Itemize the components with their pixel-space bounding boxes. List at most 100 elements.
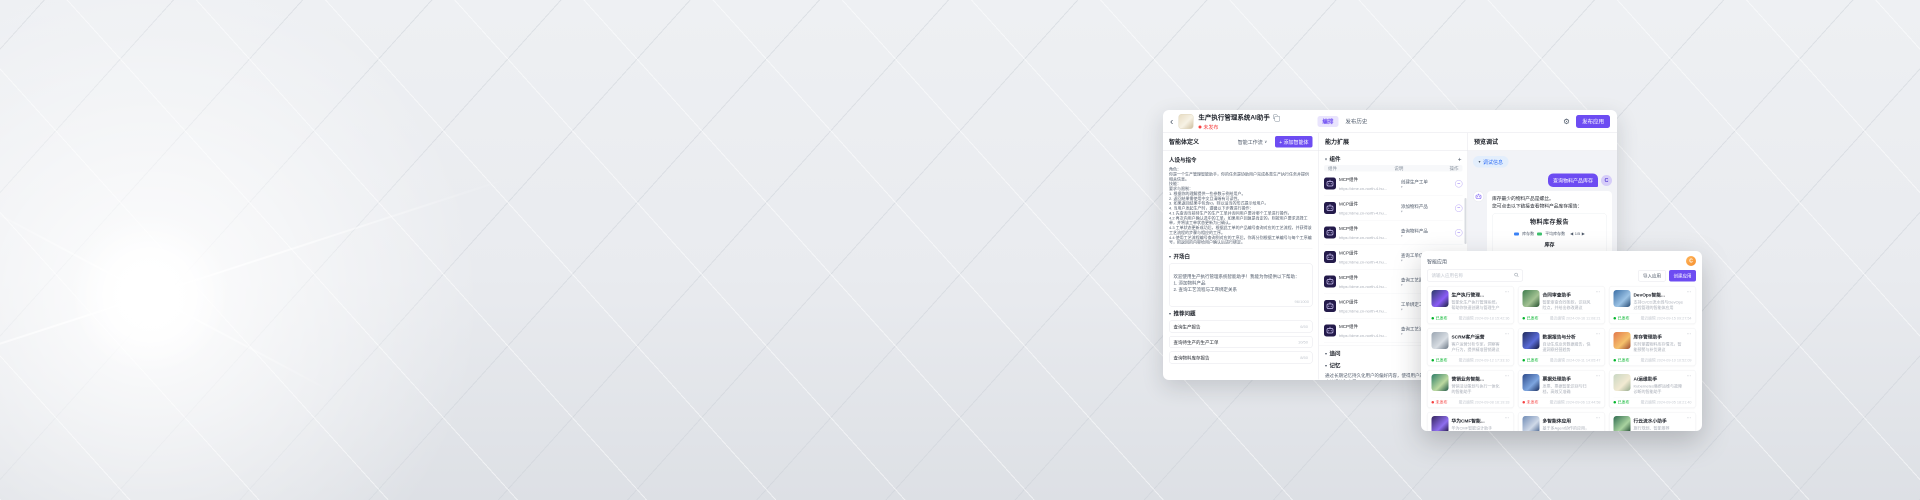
publish-button[interactable]: 发布应用: [1576, 115, 1610, 128]
opening-textarea[interactable]: 欢迎使用生产执行管理系统智能助手！我能为你提供以下帮助： 1. 添加物料产品 2…: [1169, 264, 1313, 307]
remove-component-button[interactable]: −: [1455, 229, 1463, 237]
status-dot-icon: [1614, 317, 1617, 320]
component-url: https://dme.cn-north-4.hu...: [1339, 211, 1387, 216]
app-title: 票据处理助手: [1543, 377, 1572, 383]
user-message-bubble: 查询物料产品库存: [1548, 174, 1598, 188]
copy-icon[interactable]: [1273, 115, 1278, 120]
suggested-question-input[interactable]: 查询待生产的生产工单 10/50: [1169, 336, 1313, 348]
more-menu-icon[interactable]: ⋯: [1596, 374, 1601, 395]
persona-prompt-text[interactable]: 角色： 你是一个生产管理智能助手，你的任务是协助用户完成各类生产执行任务并提供相…: [1169, 167, 1313, 245]
app-card[interactable]: SCRM客户运营 客户运营分析专家，洞察客户行为，提供精准营销建议 ⋯ 已发布 …: [1427, 328, 1514, 366]
last-edited-time: 最近编辑 2024-09-06 13:44:58: [1550, 400, 1601, 406]
debug-info-pill[interactable]: ▾ 调试信息: [1473, 156, 1509, 168]
suggested-question-text: 查询物料库存报告: [1174, 354, 1210, 361]
add-agent-button[interactable]: + 添加智能体: [1275, 136, 1312, 148]
app-card[interactable]: 合同审查助手 智能审查合同条款，识别风险点，并给出修改建议 ⋯ 已发布 最近编辑…: [1518, 286, 1605, 324]
status-badge: 未发布: [1203, 123, 1218, 131]
title-block: 生产执行管理系统AI助手 未发布: [1198, 112, 1277, 131]
more-menu-icon[interactable]: ⋯: [1596, 290, 1601, 311]
status-dot-icon: [1432, 401, 1435, 404]
mcp-component-row: MCP组件 https://dme.cn-north-4.hu... 创建生产工…: [1324, 172, 1463, 197]
chevron-down-icon: ▾: [1401, 209, 1452, 213]
suggested-question-input[interactable]: 查询物料库存报告 8/50: [1169, 352, 1313, 364]
component-url: https://dme.cn-north-4.hu...: [1339, 285, 1387, 290]
app-card[interactable]: AI运维助手 Kubernetes集群运维与故障诊断的智能助手 ⋯ 已发布 最近…: [1609, 370, 1696, 408]
mcp-icon: [1324, 202, 1336, 214]
back-icon[interactable]: ‹: [1170, 116, 1173, 126]
tab-orchestrate[interactable]: 编排: [1317, 116, 1338, 127]
components-section-header[interactable]: ▾ 组件: [1325, 155, 1341, 163]
status-dot-icon: [1523, 359, 1526, 362]
user-avatar[interactable]: C: [1686, 256, 1696, 266]
component-name: MCP组件: [1339, 300, 1358, 305]
opening-section-header[interactable]: ▾ 开场白: [1169, 253, 1313, 261]
app-card[interactable]: 行云流水小助手 旅行规划、智能推荐 ⋯ 已发布 最近编辑 2024-09-01 …: [1609, 412, 1696, 431]
more-menu-icon[interactable]: ⋯: [1596, 416, 1601, 431]
more-menu-icon[interactable]: ⋯: [1687, 374, 1692, 395]
component-url: https://dme.cn-north-4.hu...: [1339, 309, 1387, 314]
app-gallery-window: 智能应用 C 导入应用 创建应用: [1421, 251, 1702, 431]
status-badge: 已发布: [1432, 358, 1448, 364]
component-url: https://dme.cn-north-4.hu...: [1339, 236, 1387, 241]
component-name: MCP组件: [1339, 251, 1358, 256]
app-title: 生产执行管理...: [1452, 293, 1484, 299]
component-name: MCP组件: [1339, 202, 1358, 207]
more-menu-icon[interactable]: ⋯: [1687, 416, 1692, 431]
user-message-row: 查询物料产品库存 C: [1473, 174, 1612, 188]
suggested-question-input[interactable]: 查询生产报告 6/50: [1169, 321, 1313, 333]
remove-component-button[interactable]: −: [1455, 180, 1463, 188]
component-description-select[interactable]: 查询物料产品 ▾: [1401, 227, 1452, 238]
pager-prev-icon[interactable]: ◀: [1570, 231, 1573, 237]
status-dot-icon: [1614, 401, 1617, 404]
gear-icon[interactable]: ⚙: [1563, 117, 1570, 126]
more-menu-icon[interactable]: ⋯: [1687, 332, 1692, 353]
status-dot-icon: [1432, 359, 1435, 362]
hero-background: ‹ 生产执行管理系统AI助手 未发布 编排 发布历史 ⚙ 发布应用: [0, 0, 1920, 500]
component-description-select[interactable]: 创建生产工单 ▾: [1401, 178, 1452, 189]
app-card[interactable]: DevOps智能... 支持CI/CD流水线与DevOps过程管理的智能体应用 …: [1609, 286, 1696, 324]
import-app-button[interactable]: 导入应用: [1638, 270, 1666, 282]
chevron-down-icon: ▾: [1401, 185, 1452, 189]
last-edited-time: 最近编辑 2024-09-10 10:52:09: [1641, 358, 1692, 364]
search-input[interactable]: [1432, 273, 1512, 278]
search-icon[interactable]: [1514, 271, 1519, 280]
app-card[interactable]: 营销业务智能... 营销活动策划与执行一体化的智能助手 ⋯ 未发布 最近编辑 2…: [1427, 370, 1514, 408]
more-menu-icon[interactable]: ⋯: [1505, 374, 1510, 395]
skills-title: 能力扩展: [1325, 138, 1349, 147]
workflow-mode-select[interactable]: 智能工作流∨: [1238, 138, 1267, 146]
app-title: 行云流水小助手: [1634, 419, 1667, 425]
create-app-button[interactable]: 创建应用: [1669, 270, 1696, 282]
remove-component-button[interactable]: −: [1455, 204, 1463, 212]
app-card[interactable]: 库存管理助手 实时掌握物料库存情况，智能预警与补货建议 ⋯ 已发布 最近编辑 2…: [1609, 328, 1696, 366]
more-menu-icon[interactable]: ⋯: [1687, 290, 1692, 311]
pager-next-icon[interactable]: ▶: [1582, 231, 1585, 237]
app-description: 智能化生产执行管理系统，帮助你快速创建与管理生产工单、物料与工艺: [1452, 300, 1502, 311]
more-menu-icon[interactable]: ⋯: [1505, 290, 1510, 311]
app-card[interactable]: 票据处理助手 发票、票据智能识别与归档，高效又准确 ⋯ 未发布 最近编辑 202…: [1518, 370, 1605, 408]
questions-section-header[interactable]: ▾ 推荐问题: [1169, 310, 1313, 318]
status-dot-icon: [1432, 317, 1435, 320]
gallery-toolbar: 导入应用 创建应用: [1427, 270, 1696, 282]
mcp-component-row: MCP组件 https://dme.cn-north-4.hu... 添加物料产…: [1324, 196, 1463, 221]
status-badge: 未发布: [1432, 400, 1448, 406]
tab-publish-history[interactable]: 发布历史: [1345, 117, 1367, 125]
app-card[interactable]: 生产执行管理... 智能化生产执行管理系统，帮助你快速创建与管理生产工单、物料与…: [1427, 286, 1514, 324]
add-component-icon[interactable]: +: [1458, 155, 1462, 163]
status-dot-icon: [1614, 359, 1617, 362]
scrollbar[interactable]: [1465, 198, 1467, 244]
app-card[interactable]: 多智能体应用 基于多Agent协作的应用，一个入口调度多个智能体 ⋯ 未发布 最…: [1518, 412, 1605, 431]
app-thumbnail: [1523, 416, 1540, 431]
more-menu-icon[interactable]: ⋯: [1505, 416, 1510, 431]
app-card[interactable]: 数据报告与分析 自动生成业务数据报告，快速洞察经营趋势 ⋯ 已发布 最近编辑 2…: [1518, 328, 1605, 366]
divider: [1169, 249, 1313, 250]
last-edited-time: 最近编辑 2024-09-11 14:05:47: [1550, 358, 1601, 364]
component-description-select[interactable]: 添加物料产品 ▾: [1401, 203, 1452, 214]
more-menu-icon[interactable]: ⋯: [1596, 332, 1601, 353]
suggested-question-text: 查询生产报告: [1174, 323, 1201, 330]
more-menu-icon[interactable]: ⋯: [1505, 332, 1510, 353]
char-counter: 6/50: [1300, 324, 1308, 329]
app-thumbnail: [1432, 416, 1449, 431]
app-description: 自动生成业务数据报告，快速洞察经营趋势: [1543, 342, 1593, 353]
app-card[interactable]: 华为CMF智能... 华为CMF智能设计助手 ⋯ 未发布 最近编辑 2024-0…: [1427, 412, 1514, 431]
app-thumbnail: [1614, 416, 1631, 431]
